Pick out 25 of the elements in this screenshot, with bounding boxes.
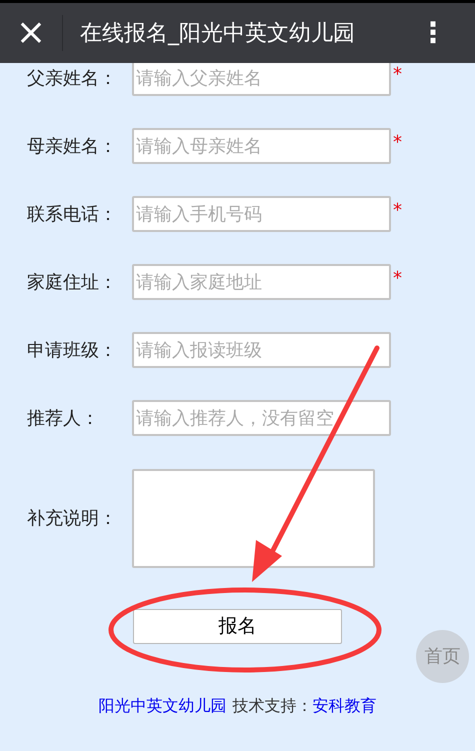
site-link[interactable]: 阳光中英文幼儿园: [98, 694, 226, 718]
field-label: 父亲姓名：: [26, 66, 118, 90]
menu-button[interactable]: ⋮: [419, 19, 447, 47]
support-link[interactable]: 安科教育: [312, 694, 376, 718]
window-title: 在线报名_阳光中英文幼儿园: [80, 20, 355, 48]
field-label: 申请班级：: [26, 338, 118, 362]
field-label: 家庭住址：: [26, 270, 118, 294]
input-field[interactable]: 请输入母亲姓名: [132, 128, 391, 164]
field-label: 母亲姓名：: [26, 134, 118, 158]
input-field[interactable]: 请输入家庭地址: [132, 264, 391, 300]
support-label: 技术支持：: [232, 695, 312, 717]
input-field[interactable]: 请输入报读班级: [132, 332, 391, 368]
field-label: 补充说明：: [26, 507, 118, 531]
submit-button[interactable]: 报名: [133, 609, 342, 644]
required-mark: *: [393, 202, 402, 220]
required-mark: *: [393, 270, 402, 288]
field-label: 推荐人：: [26, 406, 100, 430]
textarea-field[interactable]: [132, 469, 375, 568]
input-field[interactable]: 请输入推荐人，没有留空: [132, 400, 391, 436]
field-label: 联系电话：: [26, 202, 118, 226]
input-field[interactable]: 请输入手机号码: [132, 196, 391, 232]
required-mark: *: [393, 66, 402, 84]
input-field[interactable]: 请输入父亲姓名: [132, 60, 391, 96]
close-button[interactable]: ×: [0, 15, 62, 51]
required-mark: *: [393, 134, 402, 152]
